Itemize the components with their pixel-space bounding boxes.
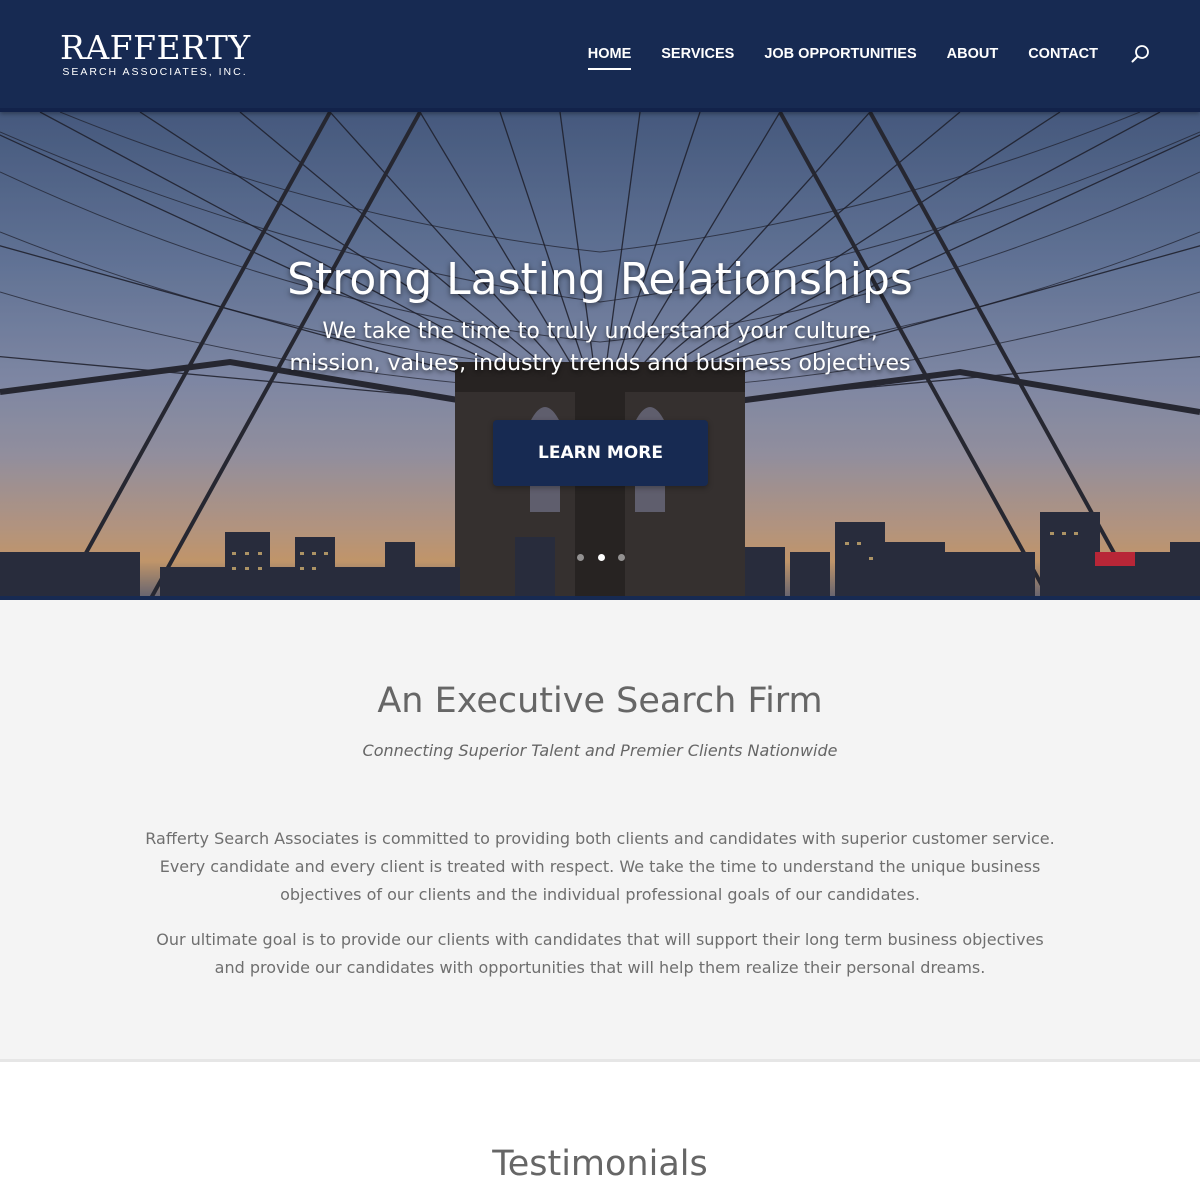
nav-item-job-opportunities[interactable]: JOB OPPORTUNITIES [764, 44, 916, 64]
testimonials-section: Testimonials [0, 1065, 1200, 1200]
hero-subtitle: We take the time to truly understand you… [289, 319, 911, 376]
section-tagline: Connecting Superior Talent and Premier C… [362, 741, 838, 760]
learn-more-button[interactable]: LEARN MORE [493, 420, 708, 486]
search-icon[interactable] [1130, 44, 1150, 64]
slider-dot-1[interactable] [577, 554, 584, 561]
nav-item-about[interactable]: ABOUT [947, 44, 999, 64]
logo[interactable]: RAFFERTY SEARCH ASSOCIATES, INC. [60, 30, 250, 82]
slider-pagination [577, 554, 625, 562]
slider-dot-3[interactable] [618, 554, 625, 561]
nav-item-home[interactable]: HOME [587, 44, 631, 70]
logo-sub-text: SEARCH ASSOCIATES, INC. [62, 66, 248, 78]
site-header: RAFFERTY SEARCH ASSOCIATES, INC. HOME SE… [0, 0, 1200, 112]
slider-dot-2[interactable] [597, 554, 605, 561]
about-section: An Executive Search Firm Connecting Supe… [0, 600, 1200, 1062]
main-nav: HOME SERVICES JOB OPPORTUNITIES ABOUT CO… [558, 44, 1150, 70]
testimonials-title: Testimonials [492, 1144, 708, 1184]
hero-title: Strong Lasting Relationships [287, 254, 913, 305]
about-paragraph-2: Our ultimate goal is to provide our clie… [156, 930, 1044, 977]
nav-item-services[interactable]: SERVICES [661, 44, 734, 64]
logo-main-text: RAFFERTY [60, 28, 251, 67]
nav-item-contact[interactable]: CONTACT [1028, 44, 1098, 64]
hero-slider: Strong Lasting Relationships We take the… [0, 112, 1200, 600]
about-paragraph-1: Rafferty Search Associates is committed … [145, 829, 1055, 904]
section-title: An Executive Search Firm [377, 681, 823, 721]
